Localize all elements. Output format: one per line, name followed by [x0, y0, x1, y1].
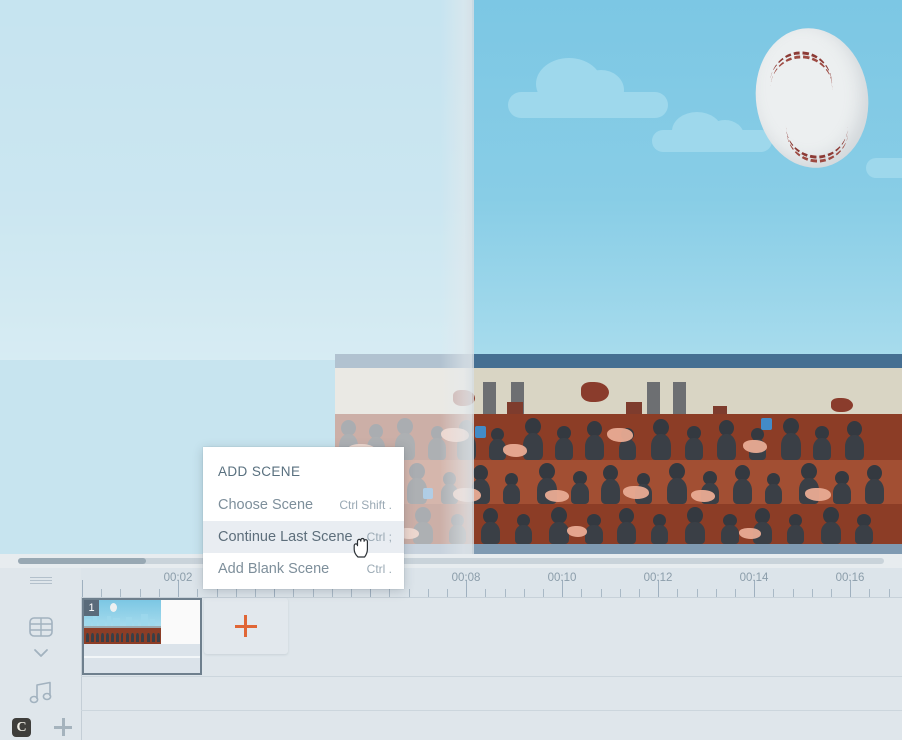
audio-track-header[interactable]: [0, 676, 81, 710]
track-separator: [81, 676, 902, 677]
preview-canvas[interactable]: [0, 0, 902, 556]
scene-number-badge: 1: [84, 600, 99, 616]
cloud: [706, 120, 744, 152]
canvas-overlay-edge: [440, 0, 474, 556]
timeline-resize-handle[interactable]: [30, 577, 52, 584]
video-track-header[interactable]: [0, 597, 81, 676]
plus-icon: [235, 615, 257, 637]
scene-1-clip[interactable]: 1: [82, 598, 202, 675]
ruler-label: 00:16: [836, 572, 865, 584]
menu-item-label: Add Blank Scene: [218, 561, 329, 577]
add-scene-context-menu[interactable]: ADD SCENE Choose Scene Ctrl Shift . Cont…: [203, 447, 404, 589]
timeline-panel: 00:02 00:04 00:06 00:08 00:10 00:12 00:1…: [0, 568, 902, 740]
menu-item-continue-last-scene[interactable]: Continue Last Scene Ctrl ;: [203, 521, 404, 553]
scrollbar-track[interactable]: [18, 558, 884, 564]
clip-thumbnail-empty: [161, 600, 200, 644]
ruler-label: 00:10: [548, 572, 577, 584]
scrollbar-thumb[interactable]: [18, 558, 146, 564]
ruler-label: 00:14: [740, 572, 769, 584]
menu-item-shortcut: Ctrl ;: [357, 530, 392, 544]
cloud: [866, 158, 902, 178]
track-separator: [81, 710, 902, 711]
brand-logo-badge[interactable]: C: [12, 718, 31, 737]
ruler-label: 00:08: [452, 572, 481, 584]
menu-item-label: Continue Last Scene: [218, 529, 353, 545]
canvas-horizontal-scrollbar[interactable]: [0, 554, 902, 568]
add-scene-button[interactable]: [204, 598, 288, 654]
video-editor-window: ADD SCENE Choose Scene Ctrl Shift . Cont…: [0, 0, 902, 740]
add-track-button[interactable]: [54, 718, 72, 736]
menu-item-shortcut: Ctrl Shift .: [329, 498, 392, 512]
video-track-icon: [28, 614, 54, 640]
clip-thumbnail-strip: [84, 600, 200, 644]
menu-item-add-blank-scene[interactable]: Add Blank Scene Ctrl .: [203, 553, 404, 585]
menu-item-label: Choose Scene: [218, 497, 313, 513]
clip-audio-band: [84, 644, 200, 675]
music-note-icon: [27, 680, 55, 706]
cloud: [578, 70, 624, 110]
ruler-label: 00:02: [164, 572, 193, 584]
menu-item-shortcut: Ctrl .: [357, 562, 392, 576]
chevron-down-icon[interactable]: [32, 647, 50, 659]
context-menu-header: ADD SCENE: [203, 447, 404, 489]
menu-item-choose-scene[interactable]: Choose Scene Ctrl Shift .: [203, 489, 404, 521]
clip-thumbnail: [123, 600, 162, 644]
ruler-label: 00:12: [644, 572, 673, 584]
